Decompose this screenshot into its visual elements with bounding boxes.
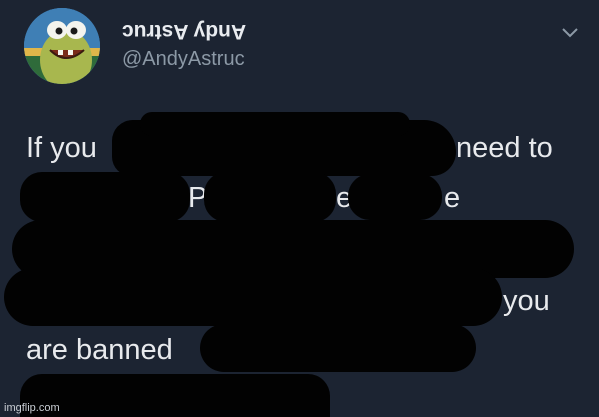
tweet-text-fragment: are banned bbox=[26, 334, 173, 366]
redaction-mark bbox=[200, 324, 476, 372]
tweet-card: Andy Astruc @AndyAstruc If you need to P… bbox=[0, 0, 599, 417]
tweet-text-fragment: need to bbox=[456, 132, 553, 164]
redaction-mark bbox=[20, 374, 330, 417]
avatar[interactable] bbox=[24, 8, 100, 84]
redaction-mark bbox=[140, 112, 410, 136]
tweet-text-fragment: e bbox=[444, 182, 461, 214]
tweet-text-fragment: If you bbox=[26, 132, 97, 164]
chevron-down-icon[interactable] bbox=[560, 26, 580, 40]
tweet-text-fragment: you bbox=[503, 285, 550, 317]
watermark: imgflip.com bbox=[4, 402, 60, 414]
handle[interactable]: @AndyAstruc bbox=[122, 48, 245, 71]
redaction-mark bbox=[348, 174, 442, 220]
redaction-mark bbox=[20, 172, 190, 222]
redaction-mark bbox=[4, 268, 502, 326]
redaction-mark bbox=[204, 172, 336, 222]
cartoon-fish-avatar-icon bbox=[24, 8, 100, 84]
display-name[interactable]: Andy Astruc bbox=[122, 19, 246, 43]
